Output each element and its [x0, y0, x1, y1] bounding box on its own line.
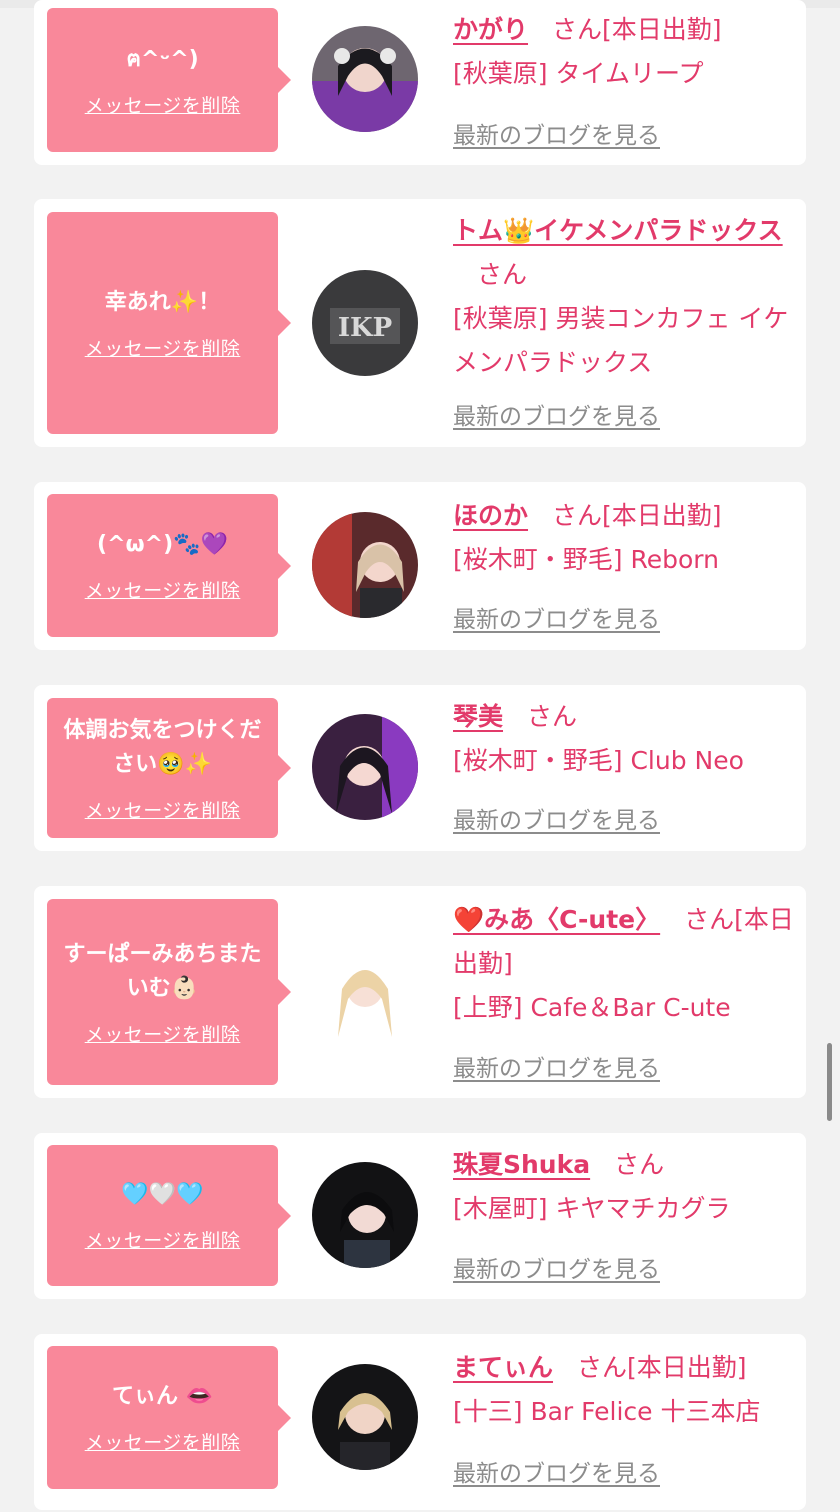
cast-info: ほのか さん[本日出勤] [桜木町・野毛] Reborn [453, 494, 798, 582]
honorific: さん [577, 1353, 628, 1382]
favorite-card: 🩵🤍🩵 メッセージを削除 珠夏Shuka さん [木屋町] キヤマチカグラ 最新の… [34, 1133, 806, 1299]
avatar[interactable] [312, 1364, 418, 1470]
message-bubble: すーぱーみあちまたいむ👶🏻 メッセージを削除 [47, 899, 291, 1085]
latest-blog-link[interactable]: 最新のブログを見る [453, 1454, 660, 1488]
cast-name-link[interactable]: 琴美 [453, 702, 503, 731]
latest-blog-link[interactable]: 最新のブログを見る [453, 801, 660, 835]
delete-message-link[interactable]: メッセージを削除 [85, 796, 241, 823]
shop-name: [秋葉原] 男装コンカフェ イケメンパラドックス [453, 304, 789, 377]
cast-info: 珠夏Shuka さん [木屋町] キヤマチカグラ [453, 1143, 798, 1231]
cast-name-link[interactable]: ❤️みあ〈C-ute〉 [453, 905, 660, 934]
cast-info: 琴美 さん [桜木町・野毛] Club Neo [453, 695, 798, 783]
shop-name: [桜木町・野毛] Club Neo [453, 746, 744, 775]
delete-message-link[interactable]: メッセージを削除 [85, 1428, 241, 1455]
cast-info: トム👑イケメンパラドックスさん [秋葉原] 男装コンカフェ イケメンパラドックス [453, 209, 798, 385]
message-bubble: 🩵🤍🩵 メッセージを削除 [47, 1145, 291, 1286]
honorific: さん [614, 1150, 665, 1179]
latest-blog-link[interactable]: 最新のブログを見る [453, 397, 660, 431]
favorite-card: (^ω^)🐾💜 メッセージを削除 ほのか さん[本日出勤] [桜木町・野毛] Re… [34, 482, 806, 650]
shop-name: [桜木町・野毛] Reborn [453, 545, 719, 574]
favorite-card: てぃん 👄 メッセージを削除 まてぃん さん[本日出勤] [十三] Bar Fel… [34, 1334, 806, 1510]
favorite-card: 体調お気をつけください🥹✨ メッセージを削除 琴美 さん [桜木町・野毛] Clu… [34, 685, 806, 851]
cast-name-link[interactable]: トム👑イケメンパラドックス [453, 216, 783, 245]
message-text: すーぱーみあちまたいむ👶🏻 [63, 941, 262, 1001]
avatar[interactable] [312, 939, 418, 1045]
latest-blog-link[interactable]: 最新のブログを見る [453, 116, 660, 150]
cast-name-link[interactable]: かがり [453, 15, 528, 44]
latest-blog-link[interactable]: 最新のブログを見る [453, 600, 660, 634]
message-bubble: てぃん 👄 メッセージを削除 [47, 1346, 291, 1489]
favorite-card: 幸あれ✨！ メッセージを削除 IKP トム👑イケメンパラドックスさん [秋葉原]… [34, 199, 806, 447]
honorific: さん [552, 15, 603, 44]
delete-message-link[interactable]: メッセージを削除 [85, 576, 241, 603]
favorite-card: すーぱーみあちまたいむ👶🏻 メッセージを削除 ❤️みあ〈C-ute〉 さん[本日出… [34, 886, 806, 1098]
shop-name: [秋葉原] タイムリープ [453, 59, 704, 88]
delete-message-link[interactable]: メッセージを削除 [85, 334, 241, 361]
avatar[interactable] [312, 1162, 418, 1268]
scrollbar-thumb[interactable] [827, 1043, 832, 1121]
message-bubble: 幸あれ✨！ メッセージを削除 [47, 212, 291, 434]
favorite-card: ฅ^ᵕ^) メッセージを削除 かがり さん[本日出勤] [秋葉原] タイムリープ … [34, 0, 806, 165]
honorific: さん [477, 260, 528, 289]
shop-name: [十三] Bar Felice 十三本店 [453, 1397, 761, 1426]
shop-name: [木屋町] キヤマチカグラ [453, 1194, 731, 1223]
latest-blog-link[interactable]: 最新のブログを見る [453, 1049, 660, 1083]
delete-message-link[interactable]: メッセージを削除 [85, 91, 241, 118]
message-bubble: ฅ^ᵕ^) メッセージを削除 [47, 8, 291, 152]
message-text: 体調お気をつけください🥹✨ [63, 717, 262, 777]
message-text: 幸あれ✨！ [104, 289, 221, 315]
avatar[interactable] [312, 714, 418, 820]
attendance-status: [本日出勤] [627, 1353, 747, 1382]
avatar-logo-text: IKP [338, 313, 392, 343]
latest-blog-link[interactable]: 最新のブログを見る [453, 1250, 660, 1284]
cast-name-link[interactable]: 珠夏Shuka [453, 1150, 590, 1179]
honorific: さん [552, 501, 603, 530]
delete-message-link[interactable]: メッセージを削除 [85, 1226, 241, 1253]
cast-info: ❤️みあ〈C-ute〉 さん[本日出勤] [上野] Cafe＆Bar C-ute [453, 898, 798, 1030]
shop-name: [上野] Cafe＆Bar C-ute [453, 993, 731, 1022]
avatar[interactable] [312, 512, 418, 618]
message-text: 🩵🤍🩵 [121, 1182, 204, 1207]
honorific: さん [684, 905, 735, 934]
message-text: (^ω^)🐾💜 [97, 532, 228, 557]
cast-info: かがり さん[本日出勤] [秋葉原] タイムリープ [453, 8, 798, 96]
honorific: さん [527, 702, 578, 731]
attendance-status: [本日出勤] [602, 501, 722, 530]
message-text: ฅ^ᵕ^) [126, 46, 199, 72]
message-text: てぃん 👄 [111, 1384, 214, 1409]
cast-info: まてぃん さん[本日出勤] [十三] Bar Felice 十三本店 [453, 1346, 798, 1434]
cast-name-link[interactable]: ほのか [453, 501, 528, 530]
avatar[interactable]: IKP [312, 270, 418, 376]
delete-message-link[interactable]: メッセージを削除 [85, 1020, 241, 1047]
message-bubble: (^ω^)🐾💜 メッセージを削除 [47, 494, 291, 637]
attendance-status: [本日出勤] [602, 15, 722, 44]
avatar[interactable] [312, 26, 418, 132]
message-bubble: 体調お気をつけください🥹✨ メッセージを削除 [47, 698, 291, 838]
cast-name-link[interactable]: まてぃん [453, 1353, 553, 1382]
